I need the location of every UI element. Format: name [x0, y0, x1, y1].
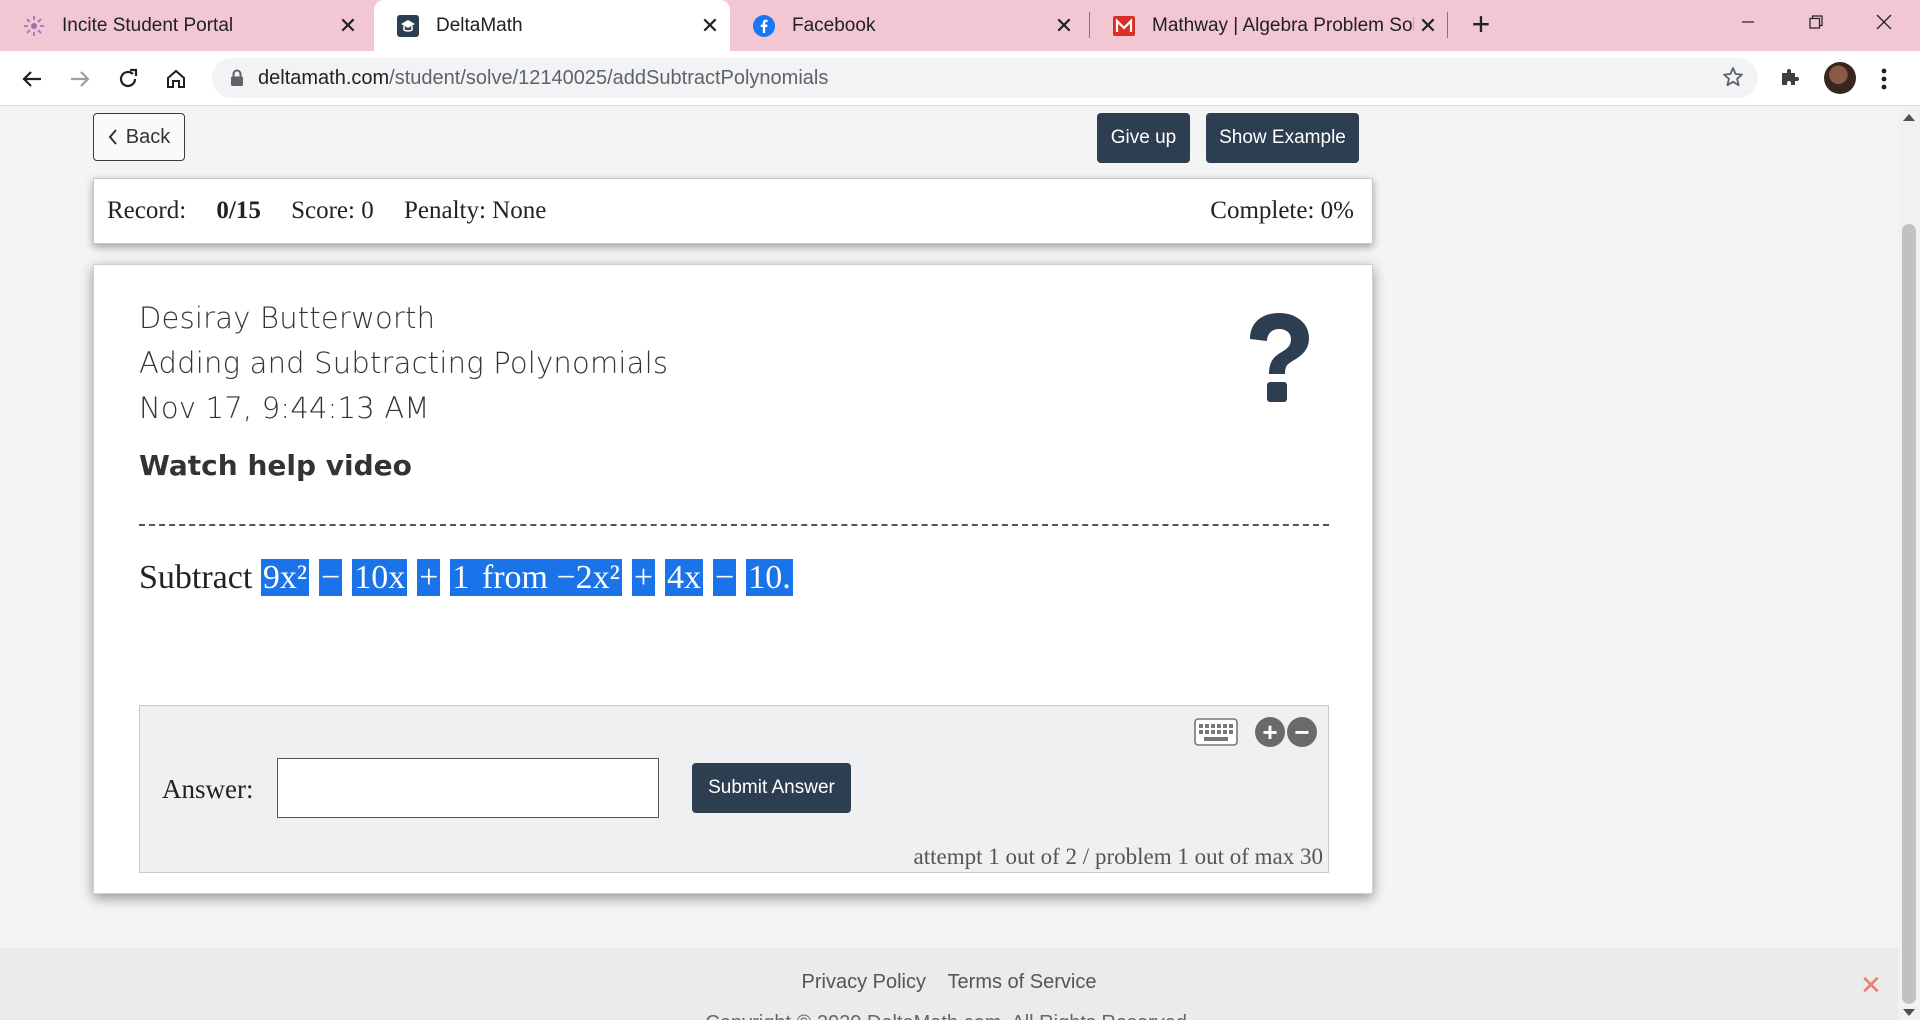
scroll-down-arrow-icon[interactable]: [1903, 1009, 1915, 1016]
privacy-policy-link[interactable]: Privacy Policy: [802, 971, 926, 993]
prompt-word: Subtract: [139, 559, 253, 596]
answer-label: Answer:: [162, 774, 254, 804]
math-term: 4x: [665, 559, 704, 596]
deltamath-icon: [396, 14, 420, 38]
restore-icon[interactable]: [1782, 0, 1850, 44]
tab-title: Facebook: [792, 14, 876, 36]
back-arrow-icon[interactable]: [14, 61, 50, 97]
back-button-label: Back: [125, 125, 171, 148]
math-term: −2x²: [556, 559, 620, 596]
record-label: Record:: [107, 197, 187, 224]
close-tab-icon[interactable]: ✕: [334, 13, 362, 39]
math-term: 10x: [352, 559, 408, 596]
give-up-button[interactable]: Give up: [1097, 113, 1190, 163]
mathway-icon: [1112, 14, 1136, 38]
close-tab-icon[interactable]: ✕: [1414, 13, 1442, 39]
penalty-stat: Penalty: None: [403, 197, 547, 224]
url-domain: deltamath.com: [258, 66, 390, 89]
keyboard-icon[interactable]: [1194, 718, 1238, 751]
assignment-topic: Adding and Subtracting Polynomials: [139, 346, 669, 380]
complete-stat: Complete: 0%: [1210, 197, 1354, 224]
tab-facebook[interactable]: Facebook ✕: [730, 0, 1084, 51]
browser-toolbar: deltamath.com/student/solve/12140025/add…: [0, 51, 1920, 106]
url-text: deltamath.com/student/solve/12140025/add…: [258, 67, 828, 90]
section-divider: [139, 524, 1329, 526]
copyright-text: Copyright © 2020 DeltaMath.com. All Righ…: [0, 1012, 1898, 1020]
problem-timestamp: Nov 17, 9:44:13 AM: [139, 391, 430, 425]
answer-input[interactable]: [277, 758, 659, 818]
close-tab-icon[interactable]: ✕: [1050, 13, 1078, 39]
math-term: 9x²: [260, 559, 310, 596]
chevron-left-icon: [108, 128, 118, 146]
tab-title: Mathway | Algebra Problem Solver: [1152, 14, 1414, 36]
tab-title: Incite Student Portal: [62, 14, 234, 36]
url-path: /student/solve/12140025/addSubtractPolyn…: [389, 66, 829, 89]
zoom-in-icon[interactable]: +: [1255, 717, 1285, 747]
math-term: 10.: [746, 559, 793, 596]
bookmark-star-icon[interactable]: [1722, 66, 1744, 93]
reload-icon[interactable]: [110, 61, 146, 97]
score-stat: Score: 0: [291, 197, 374, 224]
watch-help-video-link[interactable]: Watch help video: [139, 449, 412, 482]
forward-arrow-icon[interactable]: [62, 61, 98, 97]
question-mark-icon[interactable]: [1238, 309, 1320, 409]
scrollbar-thumb[interactable]: [1902, 224, 1916, 1004]
lock-icon: [230, 69, 244, 87]
browser-tab-strip: Incite Student Portal ✕ DeltaMath ✕ Face…: [0, 0, 1920, 51]
record-stat: Record: 0/15: [107, 197, 261, 224]
math-operator: −: [319, 559, 343, 596]
problem-statement: Subtract 9x² −10x +1 from −2x² +4x −10.: [139, 559, 793, 597]
page-viewport: Back Give up Show Example Record: 0/15 S…: [0, 106, 1898, 1020]
close-tab-icon[interactable]: ✕: [696, 13, 724, 39]
close-icon[interactable]: ✕: [1860, 970, 1882, 1001]
close-window-icon[interactable]: [1850, 0, 1918, 44]
tab-deltamath[interactable]: DeltaMath ✕: [374, 0, 730, 51]
page-footer: Privacy Policy Terms of Service Copyrigh…: [0, 948, 1898, 1020]
page-scrollbar[interactable]: [1898, 106, 1920, 1020]
incite-icon: [22, 14, 46, 38]
tab-title: DeltaMath: [436, 14, 523, 36]
student-name: Desiray Butterworth: [139, 301, 436, 335]
new-tab-button[interactable]: +: [1464, 8, 1498, 42]
scroll-up-arrow-icon[interactable]: [1903, 114, 1915, 121]
from-word: from −2x²: [471, 559, 622, 596]
attempt-counter: attempt 1 out of 2 / problem 1 out of ma…: [913, 844, 1323, 869]
address-bar[interactable]: deltamath.com/student/solve/12140025/add…: [212, 58, 1758, 98]
more-options-icon[interactable]: [1874, 65, 1894, 93]
zoom-out-icon[interactable]: −: [1287, 717, 1317, 747]
math-operator: +: [417, 559, 441, 596]
record-value: 0/15: [216, 197, 261, 224]
from-word-text: from: [481, 559, 548, 596]
tab-separator: [1447, 12, 1448, 38]
home-icon[interactable]: [158, 61, 194, 97]
tab-incite-student-portal[interactable]: Incite Student Portal ✕: [0, 0, 368, 51]
status-bar: Record: 0/15 Score: 0 Penalty: None Comp…: [93, 178, 1373, 244]
extensions-puzzle-icon[interactable]: [1778, 65, 1802, 94]
tab-mathway[interactable]: Mathway | Algebra Problem Solver ✕: [1090, 0, 1448, 51]
facebook-icon: [752, 14, 776, 38]
math-operator: +: [631, 559, 656, 596]
answer-area: + − Answer: Submit Answer attempt 1 out …: [139, 705, 1329, 873]
minimize-icon[interactable]: [1714, 0, 1782, 44]
submit-answer-button[interactable]: Submit Answer: [692, 763, 851, 813]
math-term: 1: [450, 559, 472, 596]
back-button[interactable]: Back: [93, 113, 185, 161]
terms-of-service-link[interactable]: Terms of Service: [948, 971, 1097, 993]
problem-card: Desiray Butterworth Adding and Subtracti…: [93, 264, 1373, 894]
math-operator: −: [713, 559, 737, 596]
show-example-button[interactable]: Show Example: [1206, 113, 1359, 163]
profile-avatar[interactable]: [1824, 62, 1856, 94]
